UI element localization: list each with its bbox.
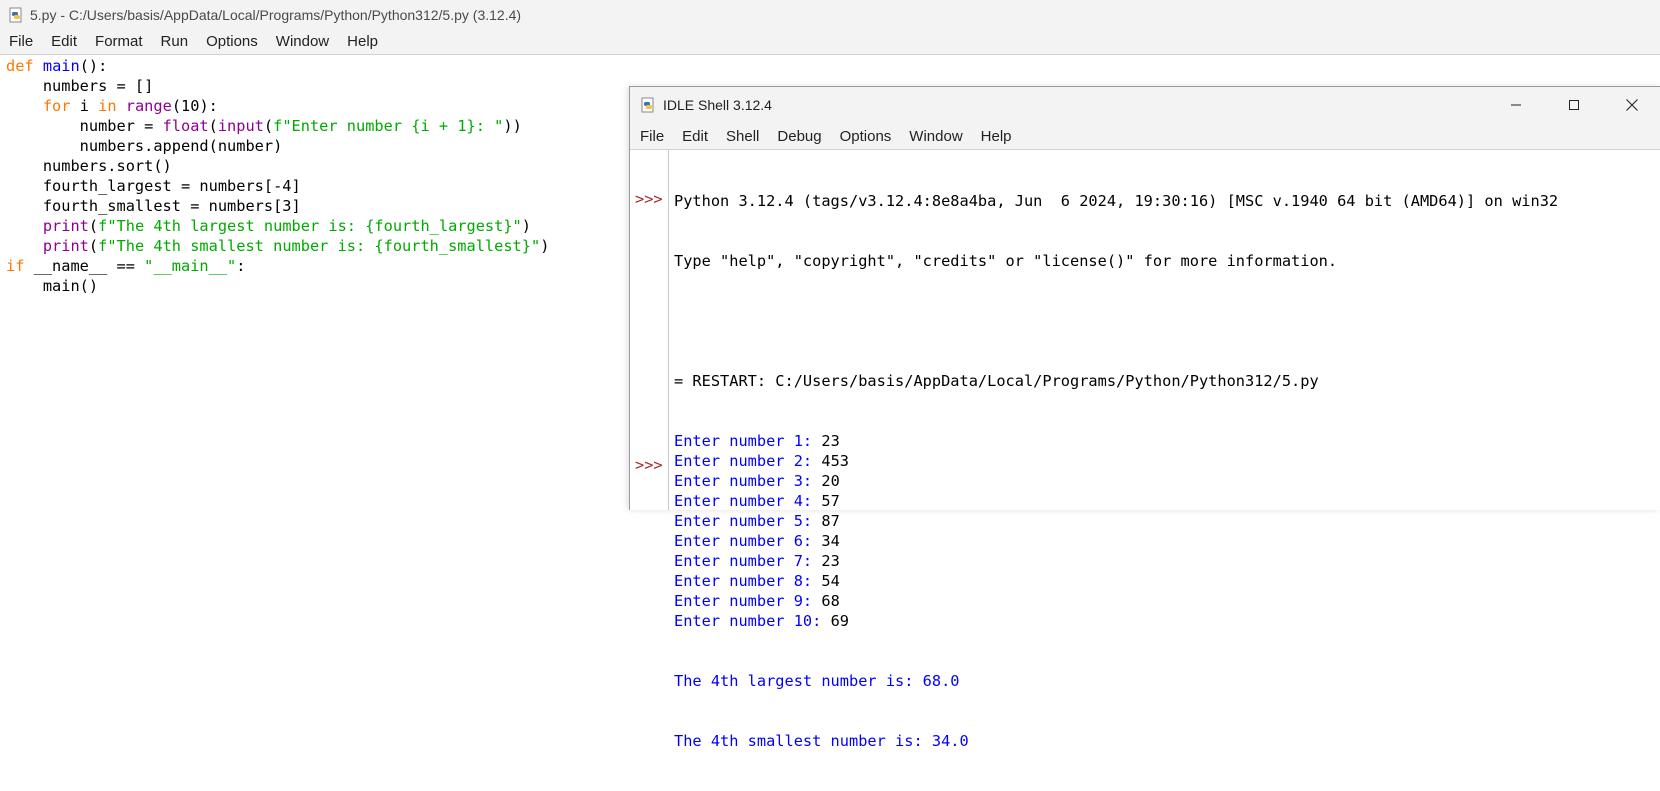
menu-window[interactable]: Window bbox=[267, 33, 338, 50]
input-line-5: Enter number 5: 87 bbox=[674, 511, 1659, 531]
input-prompt: Enter number 9: bbox=[674, 592, 822, 610]
input-value: 23 bbox=[821, 552, 840, 570]
input-value: 87 bbox=[821, 512, 840, 530]
result-largest: The 4th largest number is: 68.0 bbox=[674, 672, 960, 690]
shell-prompt: >>> bbox=[635, 190, 663, 208]
input-value: 34 bbox=[821, 532, 840, 550]
shell-menu-window[interactable]: Window bbox=[899, 128, 970, 145]
close-icon bbox=[1626, 99, 1638, 111]
shell-prompt-gutter: >>> >>> bbox=[630, 150, 669, 510]
input-prompt: Enter number 2: bbox=[674, 452, 822, 470]
banner-line: Python 3.12.4 (tags/v3.12.4:8e8a4ba, Jun… bbox=[674, 192, 1559, 210]
shell-prompt: >>> bbox=[635, 456, 663, 474]
input-value: 69 bbox=[830, 612, 849, 630]
input-prompt: Enter number 4: bbox=[674, 492, 822, 510]
result-smallest: The 4th smallest number is: 34.0 bbox=[674, 732, 969, 750]
editor-menubar: File Edit Format Run Options Window Help bbox=[0, 29, 1660, 55]
python-file-icon bbox=[641, 97, 654, 113]
input-line-9: Enter number 9: 68 bbox=[674, 591, 1659, 611]
input-prompt: Enter number 7: bbox=[674, 552, 822, 570]
close-button[interactable] bbox=[1603, 87, 1660, 123]
shell-menu-edit[interactable]: Edit bbox=[672, 128, 716, 145]
menu-run[interactable]: Run bbox=[152, 33, 198, 50]
input-value: 68 bbox=[821, 592, 840, 610]
restart-line: = RESTART: C:/Users/basis/AppData/Local/… bbox=[674, 372, 1319, 390]
menu-file[interactable]: File bbox=[0, 33, 42, 50]
shell-menu-shell[interactable]: Shell bbox=[716, 128, 767, 145]
input-value: 23 bbox=[821, 432, 840, 450]
input-line-10: Enter number 10: 69 bbox=[674, 611, 1659, 631]
banner-line: Type "help", "copyright", "credits" or "… bbox=[674, 252, 1338, 270]
input-line-7: Enter number 7: 23 bbox=[674, 551, 1659, 571]
menu-help[interactable]: Help bbox=[338, 33, 387, 50]
shell-menu-options[interactable]: Options bbox=[830, 128, 900, 145]
menu-edit[interactable]: Edit bbox=[42, 33, 86, 50]
minimize-icon bbox=[1511, 104, 1521, 106]
input-value: 57 bbox=[821, 492, 840, 510]
menu-options[interactable]: Options bbox=[197, 33, 267, 50]
shell-titlebar: IDLE Shell 3.12.4 bbox=[630, 87, 1660, 123]
idle-shell-window: IDLE Shell 3.12.4 File Edit Shell Debug … bbox=[629, 86, 1660, 750]
maximize-button[interactable] bbox=[1545, 87, 1603, 123]
input-line-1: Enter number 1: 23 bbox=[674, 431, 1659, 451]
input-prompt: Enter number 3: bbox=[674, 472, 822, 490]
input-prompt: Enter number 8: bbox=[674, 572, 822, 590]
input-line-4: Enter number 4: 57 bbox=[674, 491, 1659, 511]
python-file-icon bbox=[9, 7, 22, 22]
shell-menubar: File Edit Shell Debug Options Window Hel… bbox=[630, 123, 1660, 150]
input-prompt: Enter number 6: bbox=[674, 532, 822, 550]
window-controls bbox=[1487, 87, 1660, 123]
shell-title: IDLE Shell 3.12.4 bbox=[663, 97, 772, 113]
input-prompt: Enter number 1: bbox=[674, 432, 822, 450]
shell-menu-debug[interactable]: Debug bbox=[767, 128, 829, 145]
input-line-3: Enter number 3: 20 bbox=[674, 471, 1659, 491]
shell-menu-file[interactable]: File bbox=[630, 128, 672, 145]
input-line-2: Enter number 2: 453 bbox=[674, 451, 1659, 471]
shell-menu-help[interactable]: Help bbox=[971, 128, 1020, 145]
input-prompt: Enter number 5: bbox=[674, 512, 822, 530]
input-value: 54 bbox=[821, 572, 840, 590]
input-value: 453 bbox=[821, 452, 849, 470]
shell-output[interactable]: Python 3.12.4 (tags/v3.12.4:8e8a4ba, Jun… bbox=[674, 151, 1659, 791]
minimize-button[interactable] bbox=[1487, 87, 1545, 123]
input-value: 20 bbox=[821, 472, 840, 490]
editor-titlebar: 5.py - C:/Users/basis/AppData/Local/Prog… bbox=[0, 0, 1660, 29]
maximize-icon bbox=[1569, 100, 1579, 110]
input-line-8: Enter number 8: 54 bbox=[674, 571, 1659, 591]
input-lines: Enter number 1: 23 Enter number 2: 453 Ent… bbox=[674, 431, 1659, 631]
editor-title: 5.py - C:/Users/basis/AppData/Local/Prog… bbox=[30, 6, 522, 23]
code-editor[interactable]: def main(): numbers = [] for i in range(… bbox=[6, 56, 626, 509]
input-line-6: Enter number 6: 34 bbox=[674, 531, 1659, 551]
menu-format[interactable]: Format bbox=[86, 33, 152, 50]
input-prompt: Enter number 10: bbox=[674, 612, 831, 630]
